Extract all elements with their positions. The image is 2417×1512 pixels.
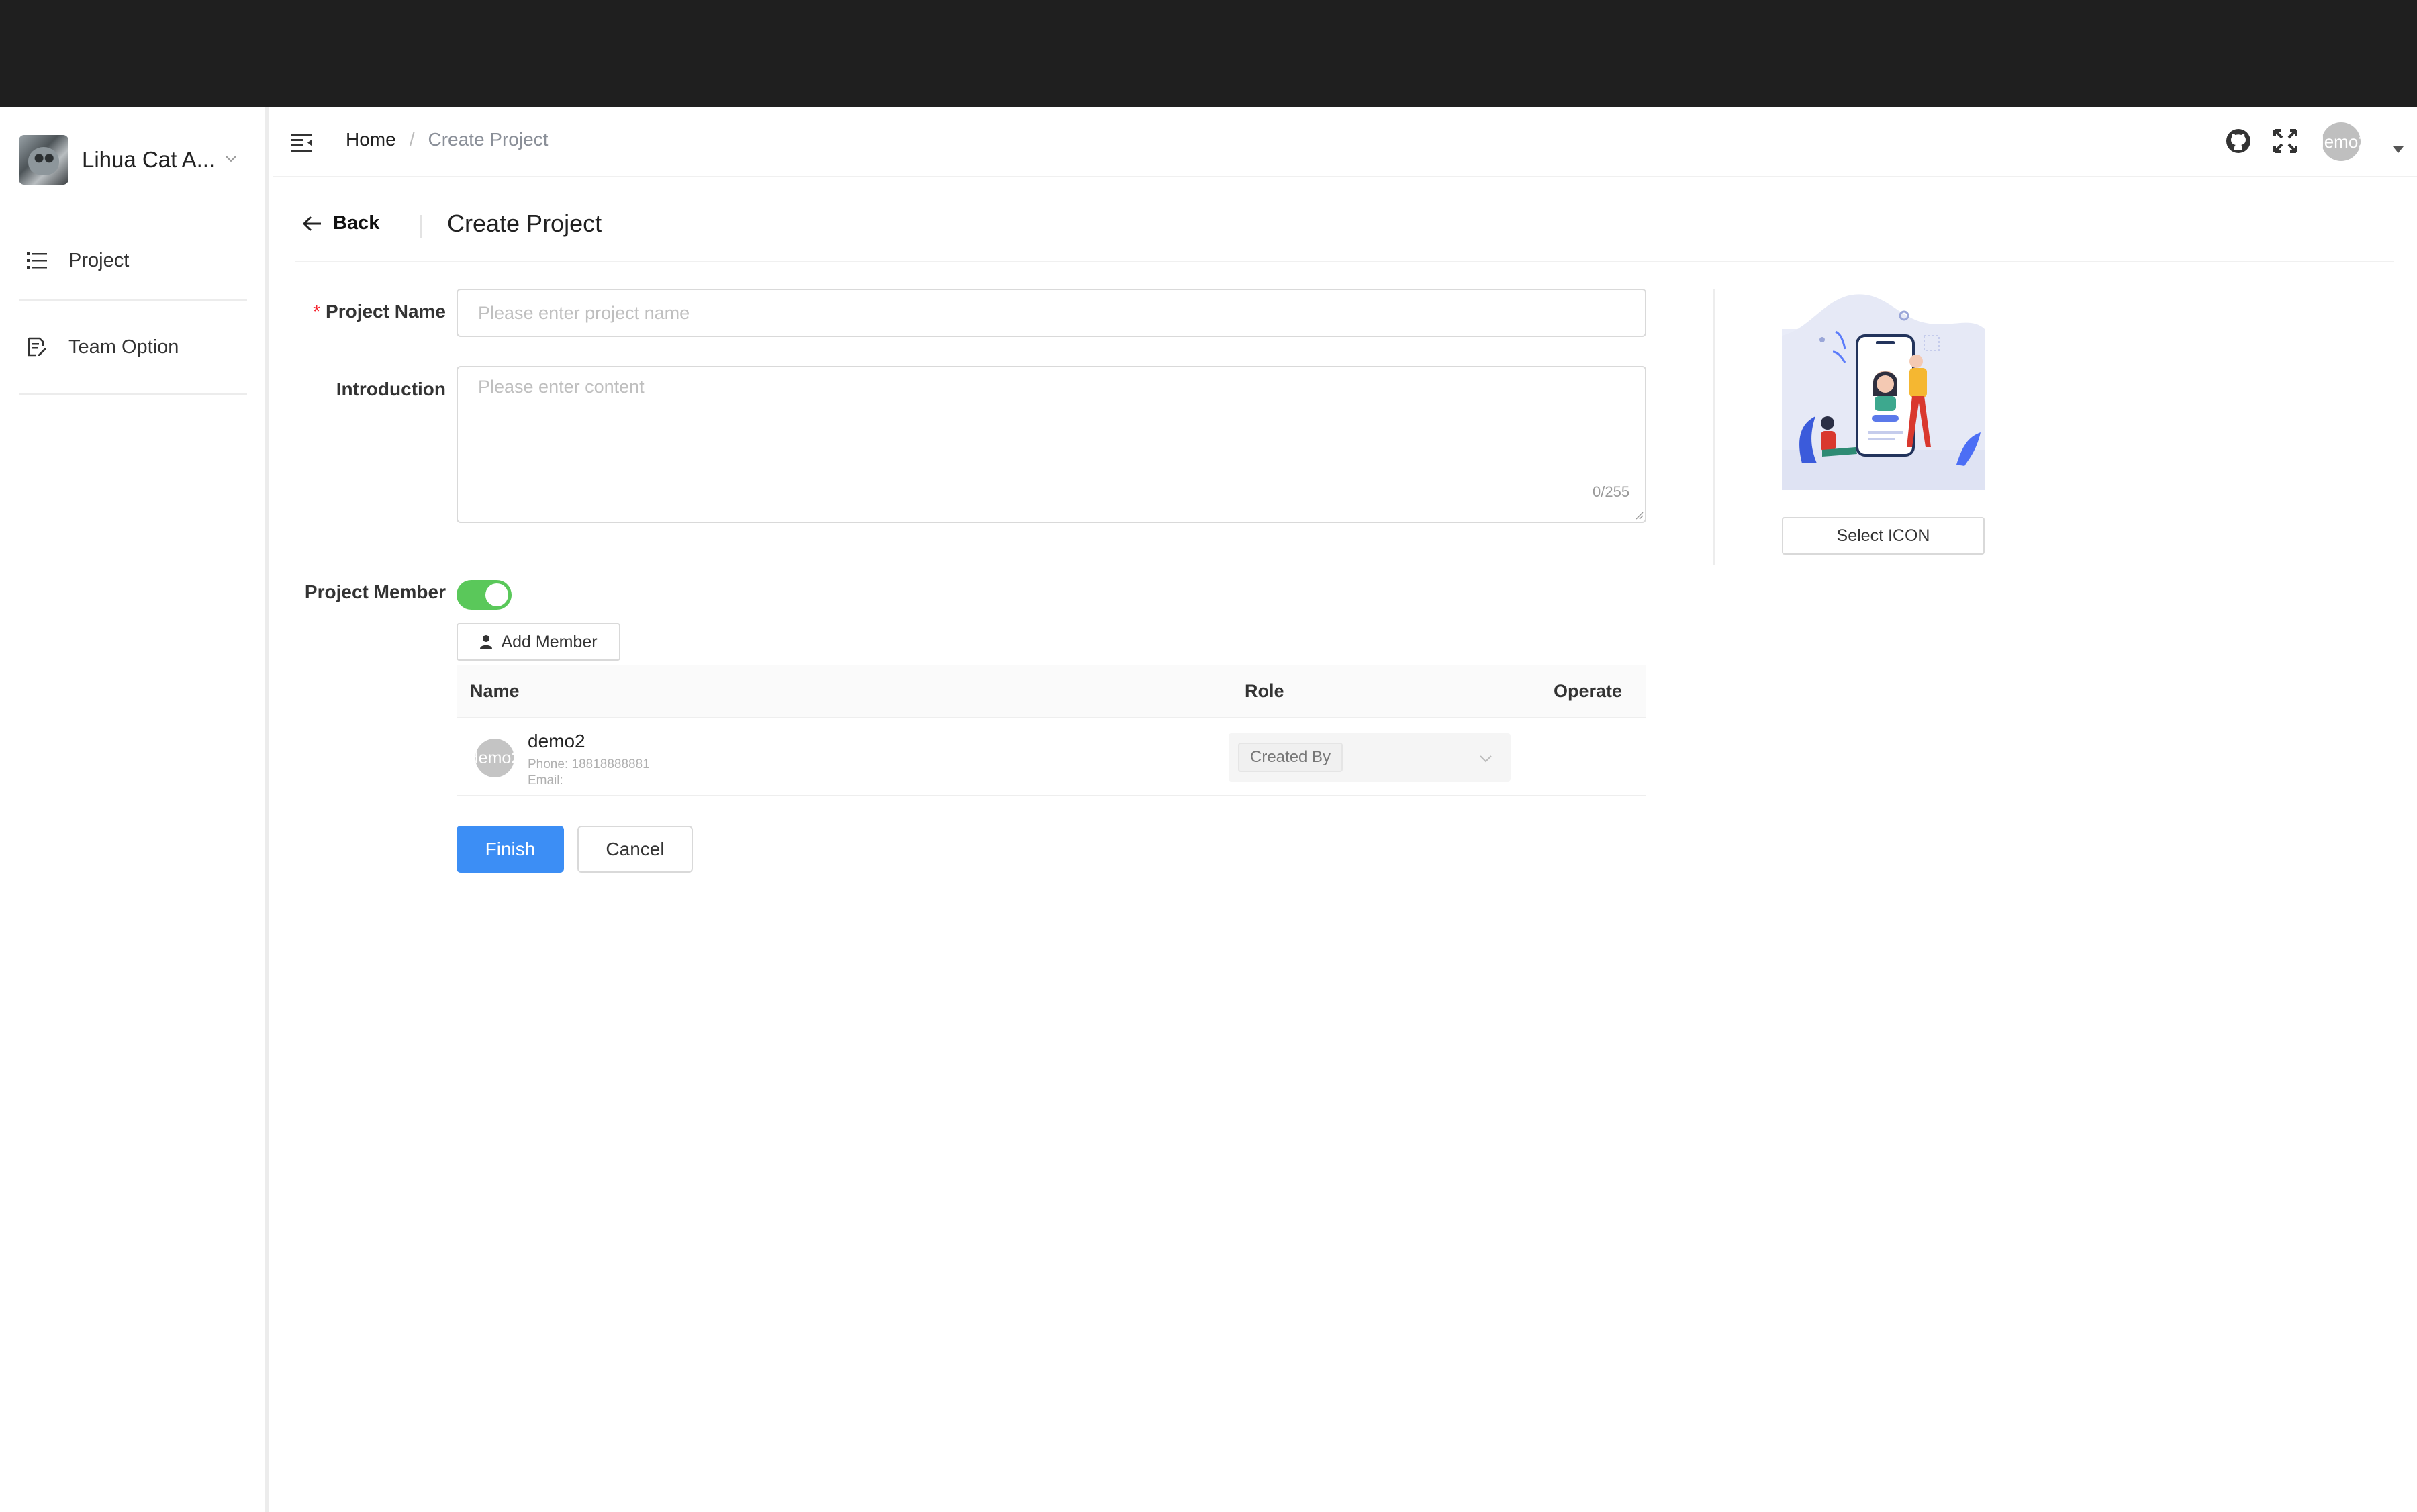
user-avatar[interactable]: demo2 [2322, 122, 2361, 161]
user-avatar-text: demo2 [2322, 131, 2361, 152]
member-avatar: demo2 [475, 739, 514, 777]
introduction-textarea[interactable] [457, 366, 1646, 523]
document-edit-icon [26, 336, 48, 359]
role-select[interactable]: Created By [1229, 733, 1511, 782]
table-header: Name Role Operate [457, 665, 1646, 718]
page-header: Back Create Project [295, 195, 2394, 262]
member-phone: Phone: 18818888881 [528, 757, 650, 771]
top-header: Home / Create Project demo2 [273, 107, 2417, 177]
fold-menu-icon[interactable] [290, 130, 314, 154]
required-mark: * [313, 301, 321, 322]
member-avatar-text: demo2 [475, 748, 514, 767]
project-name-label-text: Project Name [326, 301, 446, 322]
main-content: Home / Create Project demo2 Back Create … [273, 107, 2417, 1512]
resize-handle-icon[interactable] [1634, 510, 1644, 520]
column-header-operate: Operate [1554, 681, 1623, 701]
column-header-name: Name [470, 681, 520, 701]
project-member-label: Project Member [304, 581, 446, 602]
breadcrumb-current: Create Project [428, 129, 549, 150]
member-name: demo2 [528, 730, 585, 751]
table-row: demo2 demo2 Phone: 18818888881 Email: Cr… [457, 718, 1646, 796]
project-name-input[interactable] [457, 289, 1646, 337]
team-name: Lihua Cat A... [82, 147, 216, 172]
fullscreen-icon[interactable] [2272, 128, 2299, 154]
caret-down-icon[interactable] [2393, 146, 2404, 153]
select-icon-button[interactable]: Select ICON [1782, 517, 1985, 555]
sidebar-item-label: Team Option [68, 336, 179, 358]
project-member-switch[interactable] [457, 580, 512, 610]
sidebar-item-team-option[interactable]: Team Option [19, 301, 247, 395]
team-logo [19, 135, 68, 185]
sidebar-item-label: Project [68, 249, 130, 271]
breadcrumb-separator: / [409, 129, 415, 150]
sidebar-item-project[interactable]: Project [19, 222, 247, 301]
member-table: Name Role Operate demo2 demo2 Phone: 188… [457, 665, 1646, 796]
character-counter: 0/255 [1593, 483, 1630, 500]
list-icon [26, 249, 48, 272]
user-icon [480, 635, 493, 649]
chevron-down-icon [226, 156, 236, 162]
column-header-role: Role [1245, 681, 1284, 701]
breadcrumb-home[interactable]: Home [346, 129, 396, 150]
switch-knob [485, 583, 508, 606]
github-icon[interactable] [2225, 128, 2252, 154]
divider [420, 215, 422, 238]
sidebar: Lihua Cat A... Project Team Option [0, 107, 269, 1512]
back-button[interactable]: Back [302, 212, 379, 234]
top-system-bar [0, 0, 2417, 107]
add-member-label: Add Member [501, 632, 598, 651]
project-icon-illustration [1782, 294, 1985, 490]
finish-button[interactable]: Finish [457, 826, 564, 873]
cancel-button[interactable]: Cancel [577, 826, 693, 873]
chevron-down-icon [1480, 755, 1492, 763]
arrow-left-icon [302, 216, 321, 231]
back-label: Back [333, 212, 380, 234]
introduction-label: Introduction [336, 379, 446, 399]
form-divider [1713, 289, 1715, 565]
role-tag: Created By [1238, 743, 1343, 772]
member-email: Email: [528, 773, 563, 788]
team-switcher[interactable]: Lihua Cat A... [19, 134, 247, 185]
add-member-button[interactable]: Add Member [457, 623, 620, 661]
project-name-label: * Project Name [305, 301, 446, 322]
page-title: Create Project [447, 209, 602, 237]
breadcrumb: Home / Create Project [346, 129, 548, 150]
sidebar-menu: Project Team Option [19, 222, 247, 395]
